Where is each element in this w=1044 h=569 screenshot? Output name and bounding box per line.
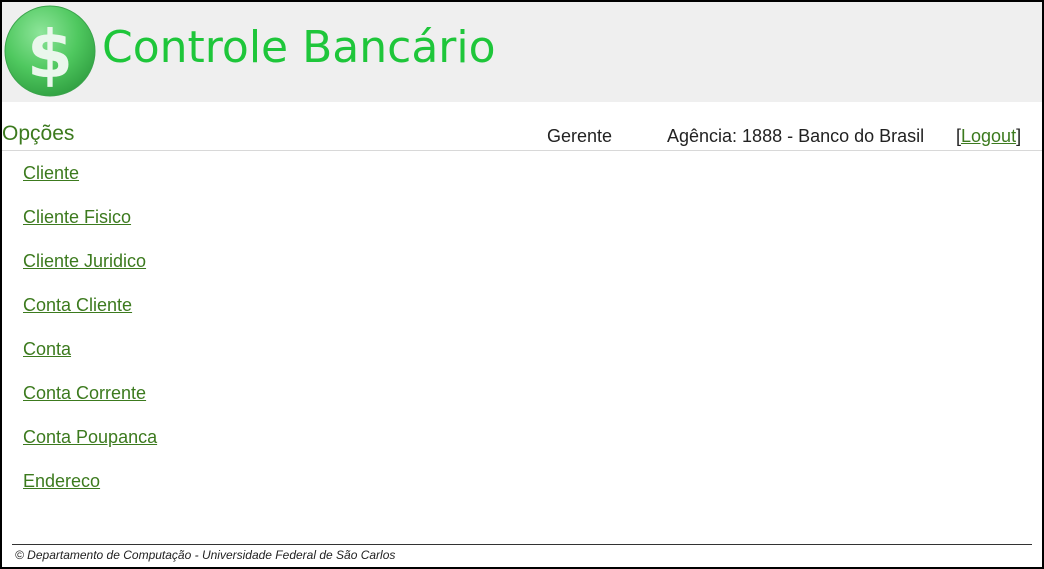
menu-link-endereco[interactable]: Endereco: [23, 471, 100, 491]
app-window: $ Controle Bancário Opções Gerente Agênc…: [0, 0, 1044, 569]
user-role: Gerente: [547, 126, 613, 146]
footer-divider: [12, 544, 1032, 545]
menu-link-cliente[interactable]: Cliente: [23, 163, 79, 183]
dollar-coin-icon: $: [4, 5, 96, 97]
menu-item-endereco: Endereco: [23, 470, 157, 514]
menu-item-cliente-juridico: Cliente Juridico: [23, 250, 157, 294]
logout-bracket-close: ]: [1016, 126, 1022, 146]
menu-item-conta-cliente: Conta Cliente: [23, 294, 157, 338]
options-heading: Opções: [2, 122, 75, 145]
top-bar: Opções Gerente Agência: 1888 - Banco do …: [2, 102, 1042, 151]
logout-container: [Logout]: [956, 125, 1021, 147]
agency-info: Agência: 1888 - Banco do Brasil: [667, 126, 925, 146]
menu-link-conta[interactable]: Conta: [23, 339, 71, 359]
menu-item-conta-corrente: Conta Corrente: [23, 382, 157, 426]
menu-item-cliente-fisico: Cliente Fisico: [23, 206, 157, 250]
logo-symbol: $: [27, 16, 73, 93]
menu-link-conta-cliente[interactable]: Conta Cliente: [23, 295, 132, 315]
menu-link-cliente-fisico[interactable]: Cliente Fisico: [23, 207, 131, 227]
app-title: Controle Bancário: [102, 22, 496, 73]
options-menu: Cliente Cliente Fisico Cliente Juridico …: [23, 162, 157, 514]
menu-link-conta-corrente[interactable]: Conta Corrente: [23, 383, 146, 403]
menu-link-cliente-juridico[interactable]: Cliente Juridico: [23, 251, 146, 271]
header: $ Controle Bancário: [2, 2, 1042, 102]
menu-link-conta-poupanca[interactable]: Conta Poupanca: [23, 427, 157, 447]
menu-item-conta: Conta: [23, 338, 157, 382]
logout-link[interactable]: Logout: [961, 126, 1016, 146]
footer-copyright: © Departamento de Computação - Universid…: [15, 548, 396, 562]
menu-item-conta-poupanca: Conta Poupanca: [23, 426, 157, 470]
menu-item-cliente: Cliente: [23, 162, 157, 206]
